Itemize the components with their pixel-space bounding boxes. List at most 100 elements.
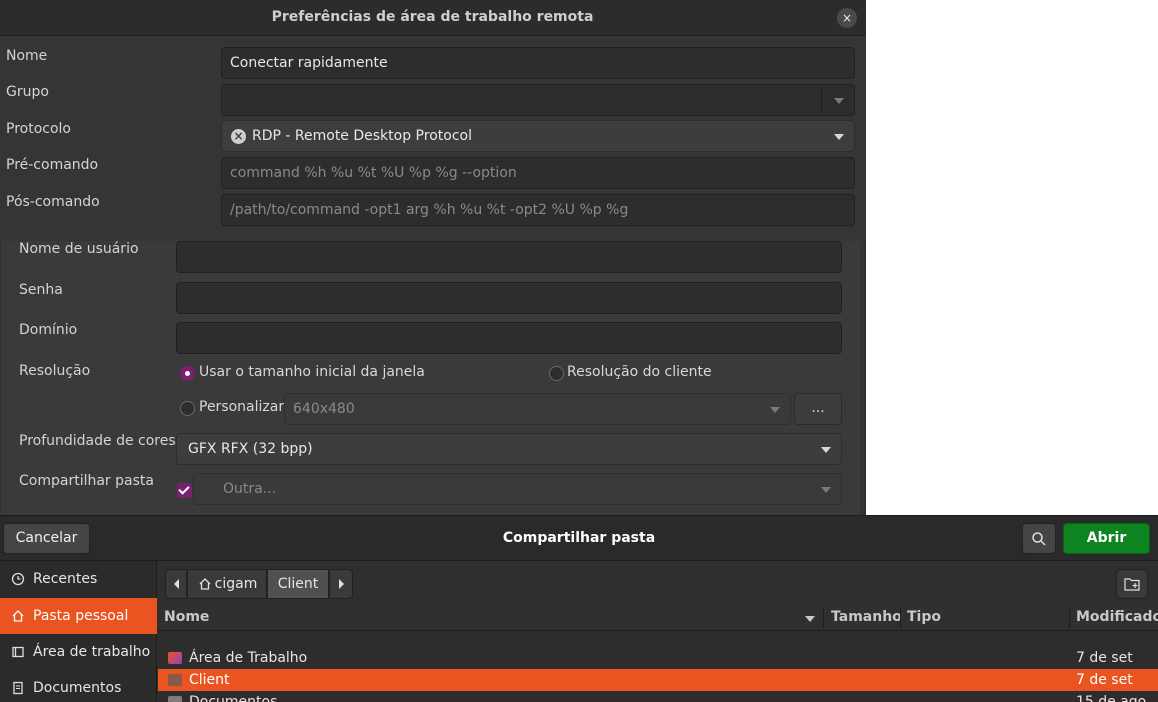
path-bar: cigam Client xyxy=(158,561,1158,605)
file-modified: 15 de ago xyxy=(1076,694,1147,702)
path-forward-button[interactable] xyxy=(329,569,353,599)
share-folder-value: Outra... xyxy=(223,481,277,497)
remote-desktop-preferences-window: Preferências de área de trabalho remota … xyxy=(0,0,866,521)
column-modified[interactable]: Modificado xyxy=(1076,609,1158,625)
file-modified: 7 de set xyxy=(1076,650,1133,666)
home-icon xyxy=(10,598,26,634)
path-item-home[interactable]: cigam xyxy=(187,569,267,599)
column-name[interactable]: Nome xyxy=(164,609,209,625)
custom-resolution-select: 640x480 xyxy=(284,393,791,425)
color-depth-value: GFX RFX (32 bpp) xyxy=(188,441,313,457)
name-label: Nome xyxy=(6,48,48,64)
prefs-title: Preferências de área de trabalho remota xyxy=(271,9,594,25)
search-button[interactable] xyxy=(1022,523,1056,554)
prefs-titlebar: Preferências de área de trabalho remota … xyxy=(0,0,865,36)
file-name: Client xyxy=(189,672,230,688)
postcommand-field[interactable]: /path/to/command -opt1 arg %h %u %t -opt… xyxy=(221,194,855,226)
name-field[interactable]: Conectar rapidamente xyxy=(221,47,855,79)
folder-icon xyxy=(168,696,182,702)
places-sidebar: Recentes Pasta pessoal Área de trabalho … xyxy=(0,561,157,702)
column-size[interactable]: Tamanho xyxy=(831,609,902,625)
path-item-label: cigam xyxy=(214,576,258,592)
sidebar-item-label: Pasta pessoal xyxy=(33,608,129,624)
username-field[interactable] xyxy=(176,241,842,273)
file-name: Área de Trabalho xyxy=(189,650,308,666)
rdp-protocol-icon: × xyxy=(231,129,246,144)
share-folder-select[interactable]: Outra... xyxy=(193,473,842,505)
document-icon xyxy=(10,670,26,702)
home-icon xyxy=(199,578,211,590)
file-modified: 7 de set xyxy=(1076,672,1133,688)
sidebar-item-recent[interactable]: Recentes xyxy=(0,561,157,597)
close-icon[interactable]: × xyxy=(837,8,857,28)
desktop-icon xyxy=(10,634,26,670)
protocol-value: RDP - Remote Desktop Protocol xyxy=(252,128,472,144)
combo-divider xyxy=(821,85,822,115)
share-folder-label: Compartilhar pasta xyxy=(19,473,154,489)
folder-icon xyxy=(168,674,182,686)
sidebar-item-documents[interactable]: Documentos xyxy=(0,670,157,702)
resolution-client-radio[interactable] xyxy=(549,366,564,381)
group-combo[interactable] xyxy=(221,84,855,116)
resolution-client-label: Resolução do cliente xyxy=(567,364,712,380)
chevron-down-icon[interactable] xyxy=(821,447,831,453)
precommand-label: Pré-comando xyxy=(6,157,99,173)
sidebar-item-label: Área de trabalho xyxy=(33,644,151,660)
color-depth-label: Profundidade de cores xyxy=(19,433,176,449)
general-settings: Nome Conectar rapidamente Grupo Protocol… xyxy=(0,36,866,241)
path-item-client[interactable]: Client xyxy=(267,569,329,599)
file-list-header: Nome Tamanho Tipo Modificado xyxy=(158,605,1158,631)
chevron-down-icon[interactable] xyxy=(834,98,844,104)
share-folder-file-chooser: Cancelar Compartilhar pasta Abrir Recent… xyxy=(0,515,1158,702)
clock-icon xyxy=(10,561,26,597)
file-name: Documentos xyxy=(189,694,278,702)
password-field[interactable] xyxy=(176,282,842,314)
resolution-custom-label: Personalizar xyxy=(199,399,285,415)
group-label: Grupo xyxy=(6,84,49,100)
protocol-select[interactable]: × RDP - Remote Desktop Protocol xyxy=(221,120,855,152)
postcommand-label: Pós-comando xyxy=(6,194,100,210)
sidebar-item-desktop[interactable]: Área de trabalho xyxy=(0,634,157,670)
basic-settings-panel: Nome de usuário Senha Domínio Resolução … xyxy=(0,241,862,521)
new-folder-button[interactable] xyxy=(1116,569,1148,599)
color-depth-select[interactable]: GFX RFX (32 bpp) xyxy=(176,433,842,465)
sort-down-icon[interactable] xyxy=(805,616,815,622)
resolution-custom-radio[interactable] xyxy=(180,401,195,416)
column-type[interactable]: Tipo xyxy=(907,609,941,625)
file-row[interactable]: Client 7 de set xyxy=(158,669,1158,691)
domain-label: Domínio xyxy=(19,322,78,338)
column-divider xyxy=(823,607,824,629)
chevron-down-icon xyxy=(770,407,780,413)
share-folder-checkbox[interactable] xyxy=(177,483,192,498)
open-button[interactable]: Abrir xyxy=(1063,523,1150,554)
domain-field[interactable] xyxy=(176,322,842,354)
resolution-more-button[interactable]: ... xyxy=(794,393,842,425)
chevron-down-icon[interactable] xyxy=(821,487,831,493)
protocol-label: Protocolo xyxy=(6,121,71,137)
file-row[interactable]: Área de Trabalho 7 de set xyxy=(158,647,1158,669)
search-icon xyxy=(1032,532,1046,546)
precommand-field[interactable]: command %h %u %t %U %p %g --option xyxy=(221,157,855,189)
path-item-label: Client xyxy=(277,576,319,592)
resolution-initial-radio[interactable] xyxy=(180,366,195,381)
password-label: Senha xyxy=(19,282,63,298)
chooser-headerbar: Cancelar Compartilhar pasta Abrir xyxy=(0,516,1158,561)
chevron-right-icon xyxy=(338,579,344,589)
file-row[interactable]: Documentos 15 de ago xyxy=(158,691,1158,702)
username-label: Nome de usuário xyxy=(19,241,139,257)
sidebar-item-label: Recentes xyxy=(33,571,98,587)
chevron-left-icon xyxy=(173,579,179,589)
resolution-label: Resolução xyxy=(19,363,91,379)
new-folder-icon xyxy=(1124,578,1140,591)
chooser-title: Compartilhar pasta xyxy=(502,530,656,546)
sidebar-item-label: Documentos xyxy=(33,680,122,696)
column-divider xyxy=(900,607,901,629)
chevron-down-icon[interactable] xyxy=(834,134,844,140)
path-back-button[interactable] xyxy=(165,569,187,599)
sidebar-item-home[interactable]: Pasta pessoal xyxy=(0,598,157,634)
custom-resolution-value: 640x480 xyxy=(293,401,355,417)
file-list: Nome Tamanho Tipo Modificado Área de Tra… xyxy=(158,605,1158,702)
resolution-initial-label: Usar o tamanho inicial da janela xyxy=(199,364,425,380)
column-divider xyxy=(1069,607,1070,629)
folder-icon xyxy=(168,652,182,664)
